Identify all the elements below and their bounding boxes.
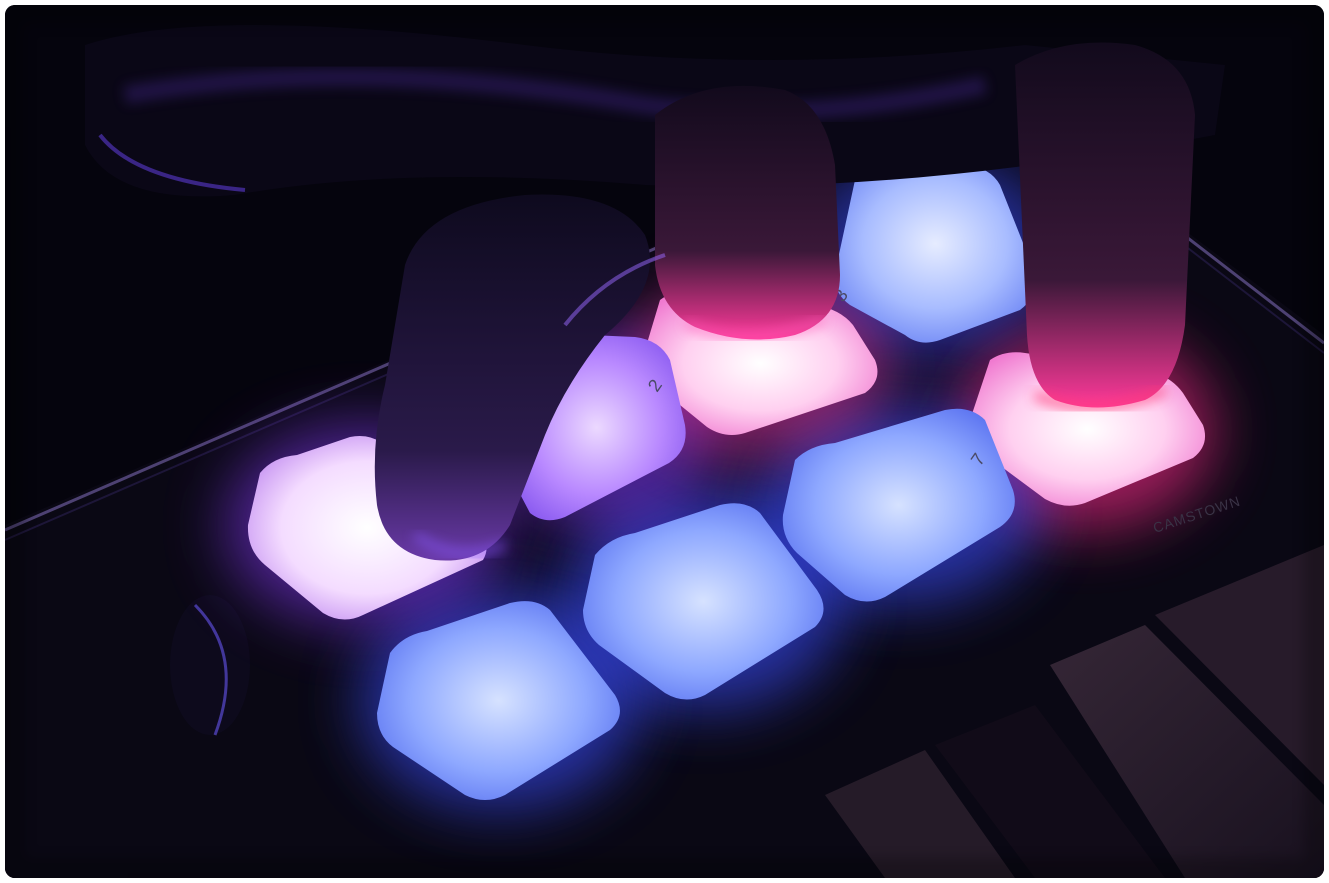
photo-frame: 2 3 7 CAMSTOWN: [5, 5, 1324, 878]
knob: [170, 595, 250, 736]
finger-ring: [1015, 42, 1195, 408]
finger-middle: [655, 85, 840, 340]
midi-pad-photo: 2 3 7 CAMSTOWN: [5, 5, 1324, 878]
photo-svg: 2 3 7 CAMSTOWN: [5, 5, 1324, 878]
